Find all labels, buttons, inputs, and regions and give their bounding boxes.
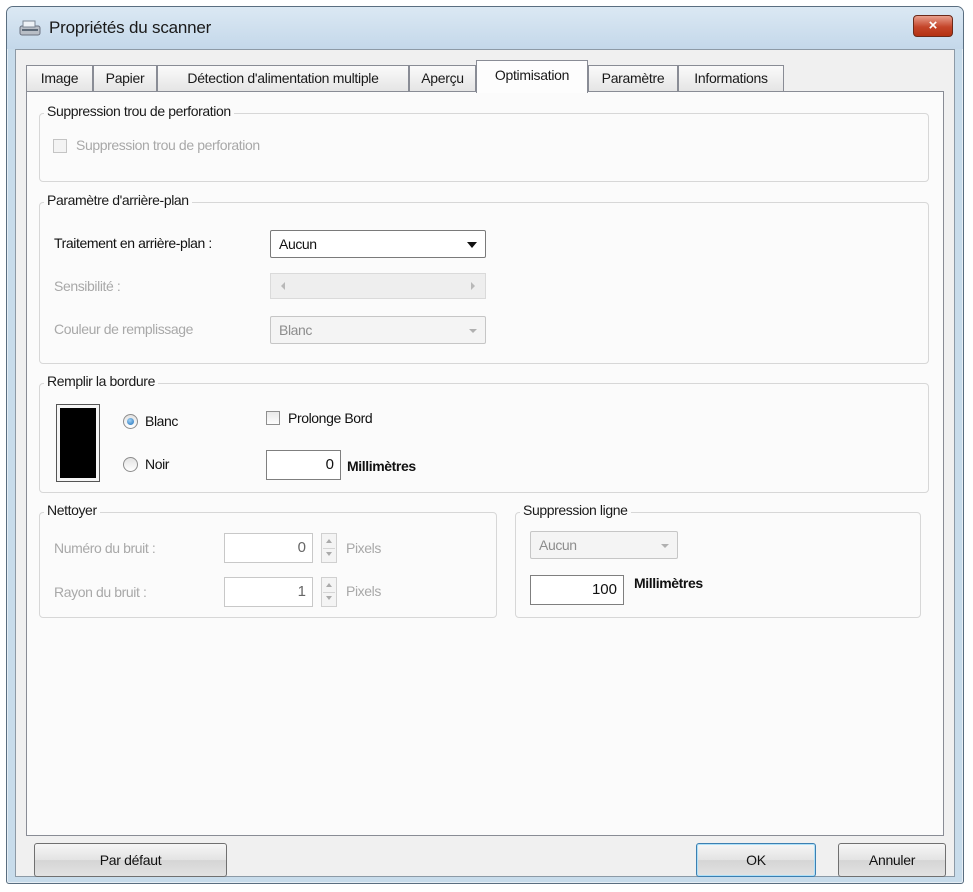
- noise-radius-spinner[interactable]: [321, 577, 337, 607]
- fill-color-label: Couleur de remplissage: [54, 321, 194, 337]
- line-removal-group: Suppression ligne Aucun 100 Millimètres: [515, 502, 921, 618]
- chevron-down-icon: [469, 329, 477, 333]
- noise-number-input[interactable]: 0: [224, 533, 313, 563]
- arrow-down-icon: [326, 596, 332, 600]
- chevron-down-icon: [467, 242, 477, 248]
- ok-button[interactable]: OK: [696, 843, 816, 877]
- arrow-down-icon: [326, 552, 332, 556]
- line-removal-select[interactable]: Aucun: [530, 531, 678, 559]
- line-removal-value: Aucun: [539, 537, 577, 553]
- arrow-up-icon: [326, 583, 332, 587]
- tab-detection-alimentation-multiple[interactable]: Détection d'alimentation multiple: [157, 65, 409, 92]
- close-icon: ×: [928, 17, 938, 34]
- tab-optimisation[interactable]: Optimisation: [476, 60, 588, 93]
- hole-removal-legend: Suppression trou de perforation: [44, 103, 234, 119]
- chevron-down-icon: [661, 544, 669, 548]
- background-processing-label: Traitement en arrière-plan :: [54, 235, 212, 251]
- cleanup-legend: Nettoyer: [44, 502, 100, 518]
- defaults-button[interactable]: Par défaut: [34, 843, 227, 877]
- tab-papier[interactable]: Papier: [93, 65, 157, 92]
- window-title: Propriétés du scanner: [49, 18, 212, 37]
- hole-removal-group: Suppression trou de perforation Suppress…: [39, 103, 929, 182]
- fill-color-value: Blanc: [279, 322, 313, 338]
- cleanup-group: Nettoyer Numéro du bruit : 0 Pixels Rayo…: [39, 502, 497, 618]
- noise-number-unit: Pixels: [346, 540, 381, 556]
- tab-image[interactable]: Image: [26, 65, 93, 92]
- arrow-up-icon: [326, 539, 332, 543]
- line-removal-legend: Suppression ligne: [520, 502, 631, 518]
- noise-radius-label: Rayon du bruit :: [54, 584, 147, 600]
- background-processing-select[interactable]: Aucun: [270, 230, 486, 258]
- border-fill-white-radio[interactable]: [123, 414, 138, 429]
- border-fill-black-radio[interactable]: [123, 457, 138, 472]
- radio-selected-dot: [127, 418, 134, 425]
- noise-radius-unit: Pixels: [346, 583, 381, 599]
- cancel-button[interactable]: Annuler: [838, 843, 946, 877]
- tab-informations[interactable]: Informations: [678, 65, 784, 92]
- dialog-client-area: Image Papier Détection d'alimentation mu…: [15, 49, 955, 877]
- scanner-properties-window: Propriétés du scanner × Image Papier Dét…: [6, 6, 964, 884]
- close-button[interactable]: ×: [913, 15, 953, 37]
- sensitivity-label: Sensibilité :: [54, 278, 121, 294]
- spinner-divider: [323, 548, 335, 549]
- border-fill-black-label: Noir: [145, 456, 170, 472]
- arrow-left-icon: [281, 282, 285, 290]
- line-removal-length-input[interactable]: 100: [530, 575, 624, 605]
- border-fill-group: Remplir la bordure Blanc Noir Prolonge B…: [39, 373, 929, 493]
- border-fill-legend: Remplir la bordure: [44, 373, 158, 389]
- extend-border-checkbox[interactable]: [266, 411, 280, 425]
- border-fill-unit: Millimètres: [347, 458, 416, 474]
- noise-number-spinner[interactable]: [321, 533, 337, 563]
- scanner-app-icon: [19, 20, 41, 36]
- optimisation-tab-panel: Suppression trou de perforation Suppress…: [26, 91, 944, 836]
- border-fill-value-input[interactable]: 0: [266, 450, 341, 480]
- line-removal-unit: Millimètres: [634, 575, 703, 591]
- tab-parametre[interactable]: Paramètre: [588, 65, 678, 92]
- arrow-right-icon: [471, 282, 475, 290]
- tab-apercu[interactable]: Aperçu: [409, 65, 476, 92]
- title-bar[interactable]: Propriétés du scanner ×: [7, 7, 963, 49]
- background-settings-legend: Paramètre d'arrière-plan: [44, 192, 192, 208]
- hole-removal-checkbox-label: Suppression trou de perforation: [76, 137, 260, 153]
- noise-number-label: Numéro du bruit :: [54, 540, 156, 556]
- sensitivity-slider[interactable]: [270, 273, 486, 299]
- border-fill-white-label: Blanc: [145, 413, 179, 429]
- extend-border-label: Prolonge Bord: [288, 410, 373, 426]
- fill-color-select[interactable]: Blanc: [270, 316, 486, 344]
- border-fill-preview: [56, 404, 100, 482]
- noise-radius-input[interactable]: 1: [224, 577, 313, 607]
- spinner-divider: [323, 592, 335, 593]
- background-processing-value: Aucun: [279, 236, 317, 252]
- hole-removal-checkbox[interactable]: [53, 139, 67, 153]
- background-settings-group: Paramètre d'arrière-plan Traitement en a…: [39, 192, 929, 364]
